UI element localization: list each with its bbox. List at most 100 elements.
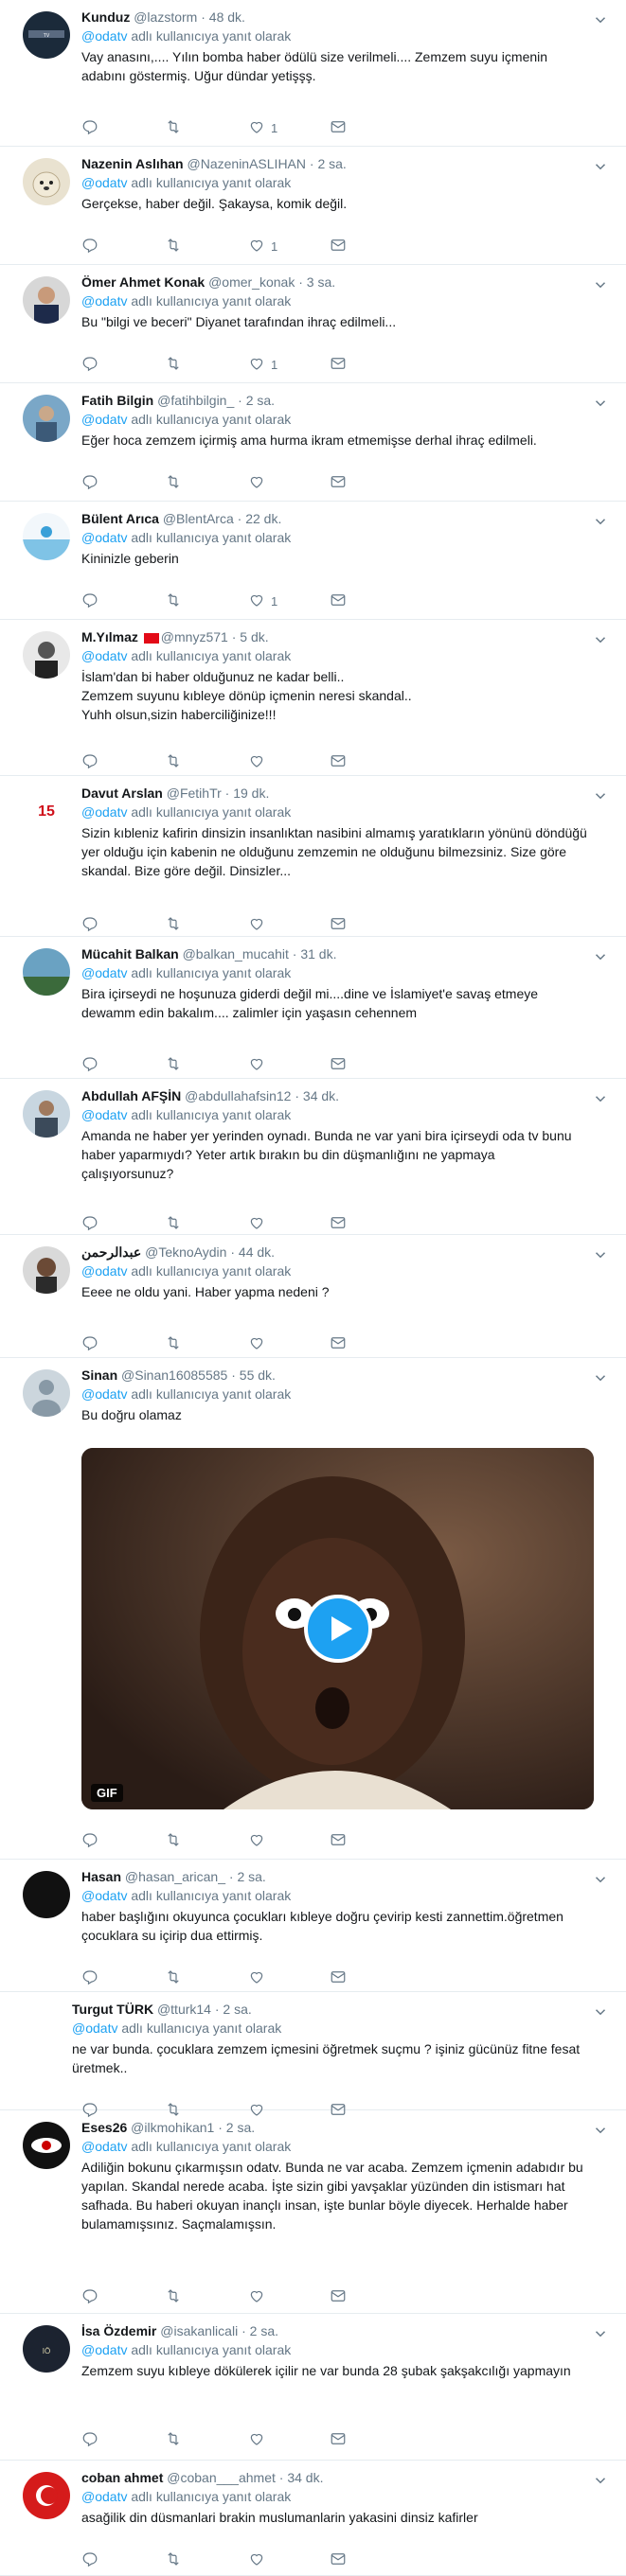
reply-button[interactable]: [81, 2287, 98, 2306]
timestamp[interactable]: 34 dk.: [287, 2470, 323, 2485]
like-button[interactable]: [248, 1831, 271, 1850]
display-name[interactable]: Davut Arslan: [81, 785, 163, 801]
display-name[interactable]: coban ahmet: [81, 2470, 163, 2485]
avatar[interactable]: TV: [23, 11, 70, 59]
avatar[interactable]: [23, 2122, 70, 2169]
chevron-down-icon[interactable]: [592, 11, 609, 28]
retweet-button[interactable]: [165, 1055, 182, 1074]
display-name[interactable]: Turgut TÜRK: [72, 2002, 153, 2017]
reply-button[interactable]: [81, 1055, 98, 1074]
username[interactable]: @omer_konak: [208, 274, 295, 290]
username[interactable]: @BlentArca: [163, 511, 234, 526]
display-name[interactable]: Kunduz: [81, 9, 130, 25]
display-name[interactable]: Fatih Bilgin: [81, 393, 153, 408]
like-button[interactable]: [248, 1214, 271, 1233]
avatar[interactable]: [23, 1246, 70, 1294]
mention-link[interactable]: @odatv: [81, 1888, 127, 1903]
like-button[interactable]: [248, 1334, 271, 1353]
display-name[interactable]: Ömer Ahmet Konak: [81, 274, 205, 290]
direct-message-button[interactable]: [330, 915, 347, 934]
retweet-button[interactable]: [165, 473, 182, 492]
chevron-down-icon[interactable]: [592, 1369, 609, 1386]
retweet-button[interactable]: [165, 237, 182, 256]
mention-link[interactable]: @odatv: [81, 2489, 127, 2504]
mention-link[interactable]: @odatv: [81, 965, 127, 980]
reply-button[interactable]: [81, 2430, 98, 2449]
chevron-down-icon[interactable]: [592, 2003, 609, 2020]
timestamp[interactable]: 44 dk.: [239, 1244, 275, 1260]
reply-button[interactable]: [81, 118, 98, 137]
timestamp[interactable]: 48 dk.: [209, 9, 245, 25]
chevron-down-icon[interactable]: [592, 513, 609, 530]
direct-message-button[interactable]: [330, 1055, 347, 1074]
username[interactable]: @NazeninASLIHAN: [188, 156, 307, 171]
chevron-down-icon[interactable]: [592, 787, 609, 804]
timestamp[interactable]: 3 sa.: [307, 274, 335, 290]
gif-media[interactable]: GIF: [81, 1448, 594, 1809]
avatar[interactable]: 15: [23, 787, 70, 835]
display-name[interactable]: Abdullah AFŞİN: [81, 1088, 181, 1103]
chevron-down-icon[interactable]: [592, 1871, 609, 1888]
timestamp[interactable]: 5 dk.: [240, 629, 268, 644]
username[interactable]: @fatihbilgin_: [157, 393, 234, 408]
reply-button[interactable]: [81, 1334, 98, 1353]
retweet-button[interactable]: [165, 752, 182, 771]
mention-link[interactable]: @odatv: [81, 1386, 127, 1402]
chevron-down-icon[interactable]: [592, 2122, 609, 2139]
chevron-down-icon[interactable]: [592, 158, 609, 175]
display-name[interactable]: Nazenin Aslıhan: [81, 156, 184, 171]
chevron-down-icon[interactable]: [592, 276, 609, 293]
avatar[interactable]: [23, 158, 70, 205]
like-button[interactable]: [248, 752, 271, 771]
timestamp[interactable]: 34 dk.: [303, 1088, 339, 1103]
chevron-down-icon[interactable]: [592, 2325, 609, 2342]
mention-link[interactable]: @odatv: [81, 804, 127, 820]
direct-message-button[interactable]: [330, 2550, 347, 2569]
timestamp[interactable]: 2 sa.: [226, 2120, 255, 2135]
direct-message-button[interactable]: [330, 2287, 347, 2306]
avatar[interactable]: [23, 513, 70, 560]
reply-button[interactable]: [81, 1831, 98, 1850]
chevron-down-icon[interactable]: [592, 948, 609, 965]
username[interactable]: @Sinan16085585: [121, 1367, 227, 1383]
direct-message-button[interactable]: [330, 355, 347, 374]
like-button[interactable]: [248, 473, 271, 492]
mention-link[interactable]: @odatv: [81, 1263, 127, 1279]
username[interactable]: @isakanlicali: [160, 2323, 238, 2338]
username[interactable]: @hasan_arican_: [125, 1869, 225, 1884]
display-name[interactable]: Sinan: [81, 1367, 117, 1383]
mention-link[interactable]: @odatv: [81, 2342, 127, 2357]
tweet[interactable]: Turgut TÜRK @tturk14 · 2 sa. @odatv adlı …: [0, 1992, 626, 2110]
timestamp[interactable]: 31 dk.: [300, 946, 336, 962]
reply-button[interactable]: [81, 591, 98, 610]
retweet-button[interactable]: [165, 2430, 182, 2449]
chevron-down-icon[interactable]: [592, 1090, 609, 1107]
username[interactable]: @coban___ahmet: [167, 2470, 276, 2485]
like-button[interactable]: [248, 2287, 271, 2306]
mention-link[interactable]: @odatv: [81, 1107, 127, 1122]
direct-message-button[interactable]: [330, 1334, 347, 1353]
username[interactable]: @TeknoAydin: [145, 1244, 226, 1260]
retweet-button[interactable]: [165, 355, 182, 374]
like-button[interactable]: 1: [248, 118, 277, 137]
display-name[interactable]: Eses26: [81, 2120, 127, 2135]
reply-button[interactable]: [81, 2550, 98, 2569]
username[interactable]: @tturk14: [157, 2002, 211, 2017]
retweet-button[interactable]: [165, 915, 182, 934]
direct-message-button[interactable]: [330, 473, 347, 492]
timestamp[interactable]: 2 sa.: [317, 156, 346, 171]
tweet[interactable]: Abdullah AFŞİN @abdullahafsin12 · 34 dk.…: [0, 1079, 626, 1235]
display-name[interactable]: Hasan: [81, 1869, 121, 1884]
timestamp[interactable]: 2 sa.: [223, 2002, 251, 2017]
avatar[interactable]: IÖ: [23, 2325, 70, 2373]
reply-button[interactable]: [81, 473, 98, 492]
direct-message-button[interactable]: [330, 2430, 347, 2449]
like-button[interactable]: [248, 1968, 271, 1987]
mention-link[interactable]: @odatv: [81, 293, 127, 309]
reply-button[interactable]: [81, 1214, 98, 1233]
display-name[interactable]: M.Yılmaz: [81, 629, 138, 644]
mention-link[interactable]: @odatv: [81, 412, 127, 427]
direct-message-button[interactable]: [330, 1968, 347, 1987]
mention-link[interactable]: @odatv: [81, 28, 127, 44]
avatar[interactable]: [23, 2472, 70, 2519]
